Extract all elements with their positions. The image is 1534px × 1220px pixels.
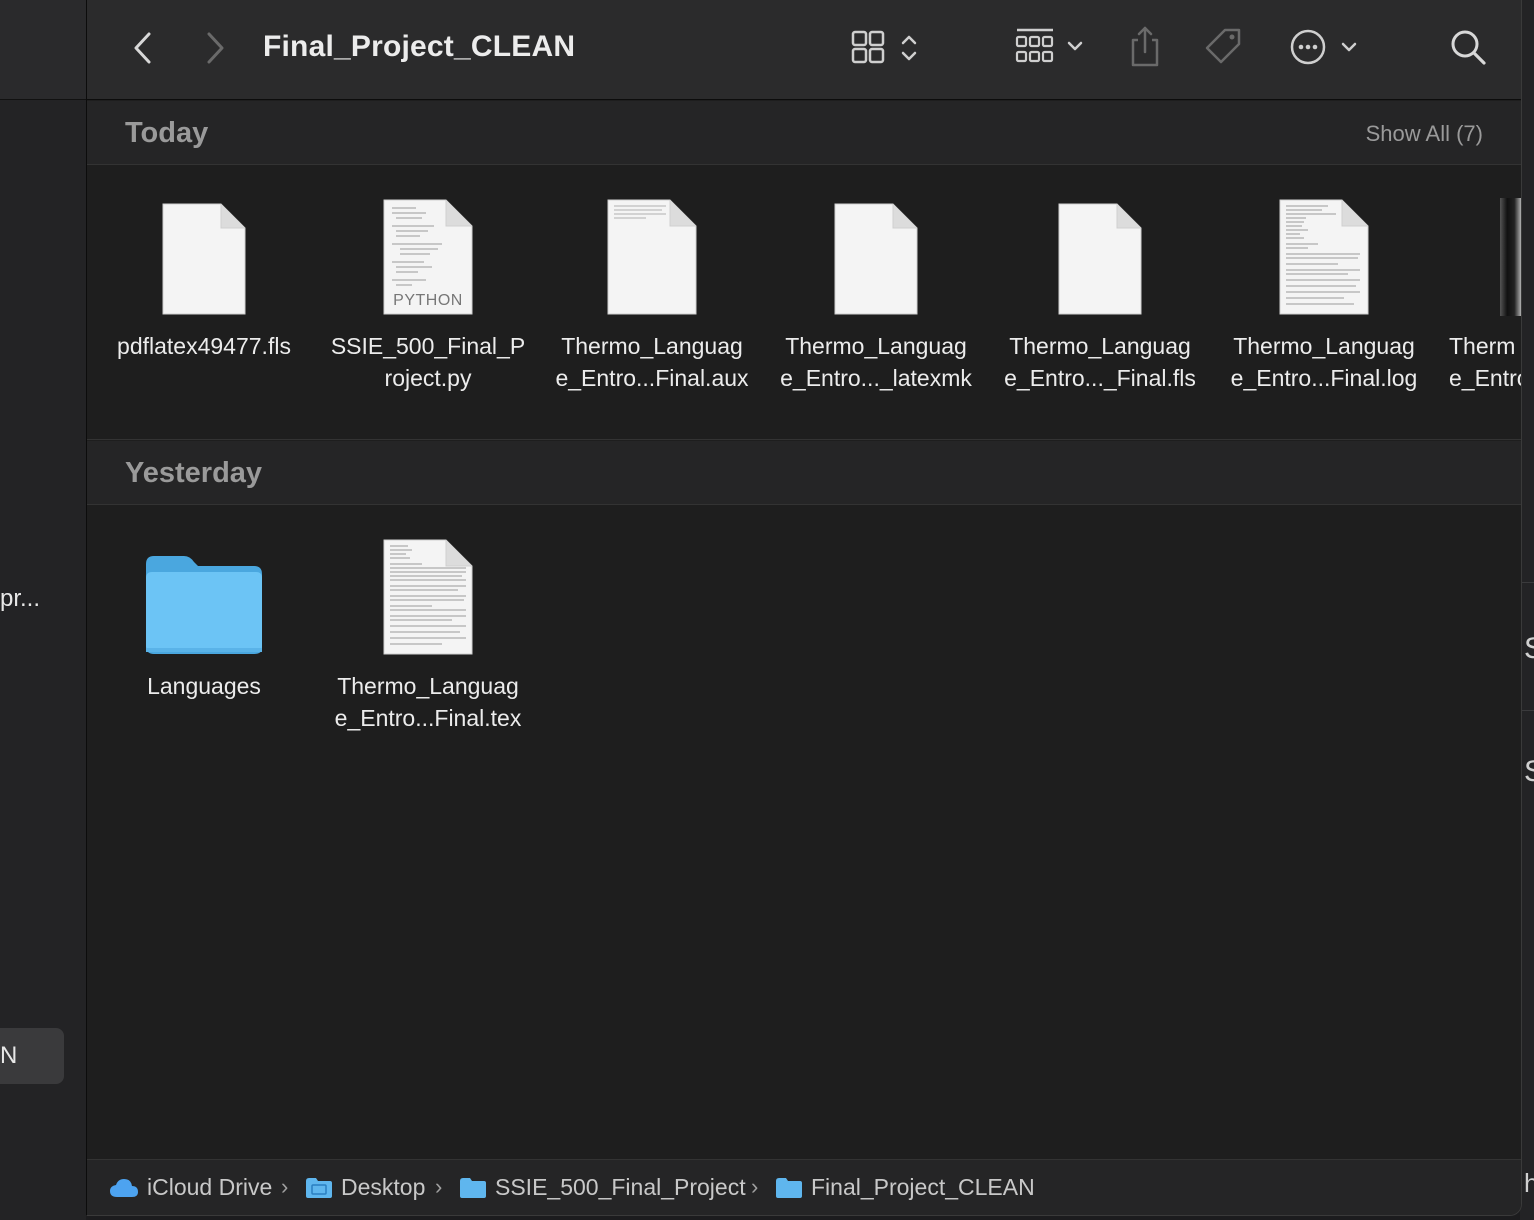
file-name: Therm e_Entro	[1449, 333, 1522, 391]
share-icon[interactable]	[1127, 24, 1163, 70]
breadcrumb-ssie-500-final-project[interactable]: SSIE_500_Final_Project	[459, 1174, 746, 1201]
file-name: Thermo_Languag e_Entro...Final.tex	[334, 673, 522, 731]
background-selected-label: N	[0, 1042, 18, 1069]
pdf-file-icon	[1500, 198, 1521, 316]
back-icon[interactable]	[125, 28, 161, 68]
section-header-yesterday: Yesterday	[87, 441, 1521, 505]
file-item[interactable]: pdflatex49477.fls	[92, 186, 316, 362]
group-by-icon	[1015, 28, 1083, 63]
file-name: SSIE_500_Final_P roject.py	[330, 333, 526, 391]
file-name: pdflatex49477.fls	[117, 333, 291, 359]
section-header-today: Today Show All (7)	[87, 101, 1521, 165]
file-name: Thermo_Languag e_Entro..._Final.fls	[1004, 333, 1196, 391]
today-file-grid: pdflatex49477.fls PYTHON SSIE_500_Final_…	[87, 186, 1521, 440]
file-name: Thermo_Languag e_Entro...Final.aux	[555, 333, 749, 391]
background-toolbar	[0, 0, 86, 100]
breadcrumb-separator: ›	[751, 1174, 759, 1199]
more-icon	[1290, 29, 1357, 65]
file-name: Thermo_Languag e_Entro...Final.log	[1230, 333, 1418, 391]
group-by-button[interactable]	[1013, 26, 1089, 68]
icon-view-icon	[851, 30, 917, 64]
background-selected-item[interactable]: N	[0, 1028, 64, 1084]
tag-icon[interactable]	[1203, 26, 1245, 68]
folder-icon	[146, 556, 262, 654]
search-icon[interactable]	[1447, 26, 1489, 68]
file-type-badge: PYTHON	[393, 292, 463, 309]
file-item[interactable]: Thermo_Languag e_Entro...Final.tex	[316, 526, 540, 734]
section-title: Today	[125, 117, 209, 149]
background-window-left: pr... N	[0, 0, 86, 1220]
yesterday-file-grid: Languages Thermo_Languag e_Entro...Final…	[87, 526, 1521, 786]
python-file-icon: PYTHON	[382, 198, 474, 316]
background-window-right: S S h	[1520, 0, 1534, 1220]
desktop-folder-icon	[306, 1177, 332, 1198]
divider	[1520, 710, 1534, 711]
file-name: Thermo_Languag e_Entro..._latexmk	[780, 333, 972, 391]
forward-icon[interactable]	[197, 28, 233, 68]
breadcrumb-icloud-drive[interactable]: iCloud Drive	[109, 1174, 272, 1201]
document-icon	[606, 198, 698, 316]
path-bar: iCloud Drive › Desktop › SSIE_500_Final_…	[87, 1159, 1521, 1215]
file-name: Languages	[147, 673, 261, 699]
file-item[interactable]: Thermo_Languag e_Entro..._Final.fls	[988, 186, 1212, 394]
view-mode-button[interactable]	[849, 28, 927, 68]
background-text-fragment: S	[1524, 755, 1534, 789]
folder-icon	[776, 1177, 802, 1198]
folder-item[interactable]: Languages	[92, 526, 316, 702]
window-title: Final_Project_CLEAN	[263, 30, 576, 63]
background-text-fragment: pr...	[0, 585, 41, 612]
breadcrumb-separator: ›	[435, 1174, 443, 1199]
file-item[interactable]: Thermo_Languag e_Entro..._latexmk	[764, 186, 988, 394]
divider	[1520, 582, 1534, 583]
document-icon	[161, 202, 247, 316]
document-icon	[833, 202, 919, 316]
folder-icon	[460, 1177, 486, 1198]
breadcrumb-final-project-clean[interactable]: Final_Project_CLEAN	[775, 1174, 1035, 1201]
document-icon	[1057, 202, 1143, 316]
background-text-fragment: h	[1524, 1168, 1534, 1198]
toolbar: Final_Project_CLEAN	[87, 0, 1521, 100]
file-item[interactable]: PYTHON SSIE_500_Final_P roject.py	[316, 186, 540, 394]
finder-window: Final_Project_CLEAN Today Show All (7) p…	[86, 0, 1522, 1216]
section-title: Yesterday	[125, 457, 263, 489]
document-icon	[1278, 198, 1370, 316]
breadcrumb-separator: ›	[281, 1174, 289, 1199]
file-item[interactable]: Thermo_Languag e_Entro...Final.log	[1212, 186, 1436, 394]
file-item[interactable]: Thermo_Languag e_Entro...Final.aux	[540, 186, 764, 394]
document-icon	[382, 538, 474, 656]
file-item[interactable]: Therm e_Entro	[1436, 186, 1522, 394]
more-actions-button[interactable]	[1287, 26, 1363, 68]
background-text-fragment: S	[1524, 632, 1534, 666]
show-all-button[interactable]: Show All (7)	[1366, 121, 1483, 147]
cloud-icon	[110, 1178, 138, 1197]
breadcrumb-desktop[interactable]: Desktop	[305, 1174, 425, 1201]
